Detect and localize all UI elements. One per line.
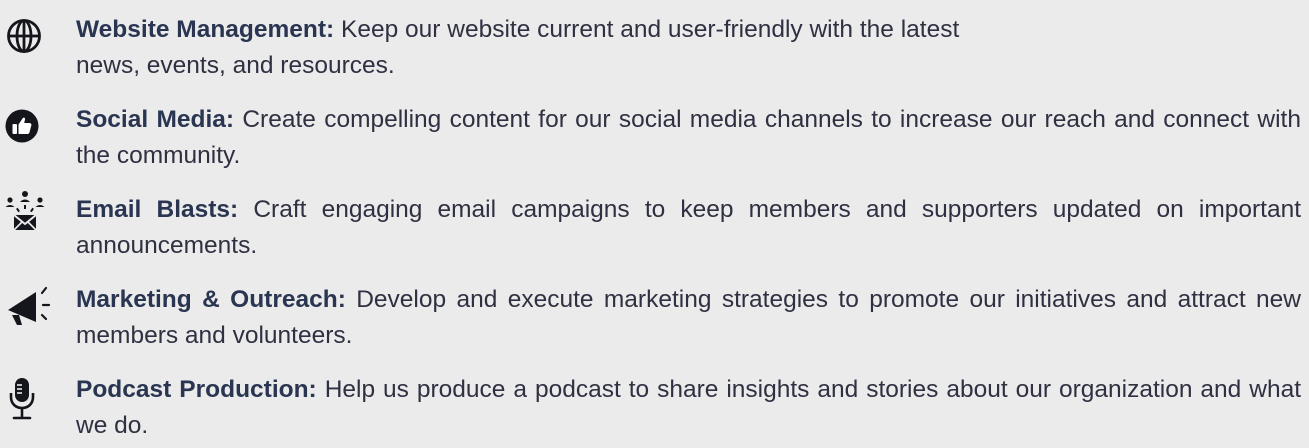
megaphone-icon	[6, 284, 52, 330]
thumbs-up-icon	[4, 108, 50, 154]
item-description: Keep our website current and user-friend…	[334, 16, 960, 43]
item-text: Website Management: Keep our website cur…	[76, 12, 1301, 84]
microphone-icon	[6, 376, 52, 422]
item-text: Podcast Production: Help us produce a po…	[76, 372, 1301, 444]
item-heading: Podcast Production:	[76, 376, 317, 403]
item-heading: Marketing & Outreach:	[76, 286, 346, 313]
item-text: Marketing & Outreach: Develop and execut…	[76, 282, 1301, 354]
globe-icon	[6, 18, 52, 64]
item-heading: Social Media:	[76, 106, 235, 133]
email-blast-icon	[0, 186, 46, 232]
item-text: Social Media: Create compelling content …	[76, 102, 1301, 174]
item-description-continued: news, events, and resources.	[76, 52, 395, 79]
item-text: Email Blasts: Craft engaging email campa…	[76, 192, 1301, 264]
item-description: Create compelling content for our social…	[76, 106, 1301, 169]
item-heading: Email Blasts:	[76, 196, 239, 223]
item-heading: Website Management:	[76, 16, 335, 43]
item-description: Craft engaging email campaigns to keep m…	[76, 196, 1301, 259]
